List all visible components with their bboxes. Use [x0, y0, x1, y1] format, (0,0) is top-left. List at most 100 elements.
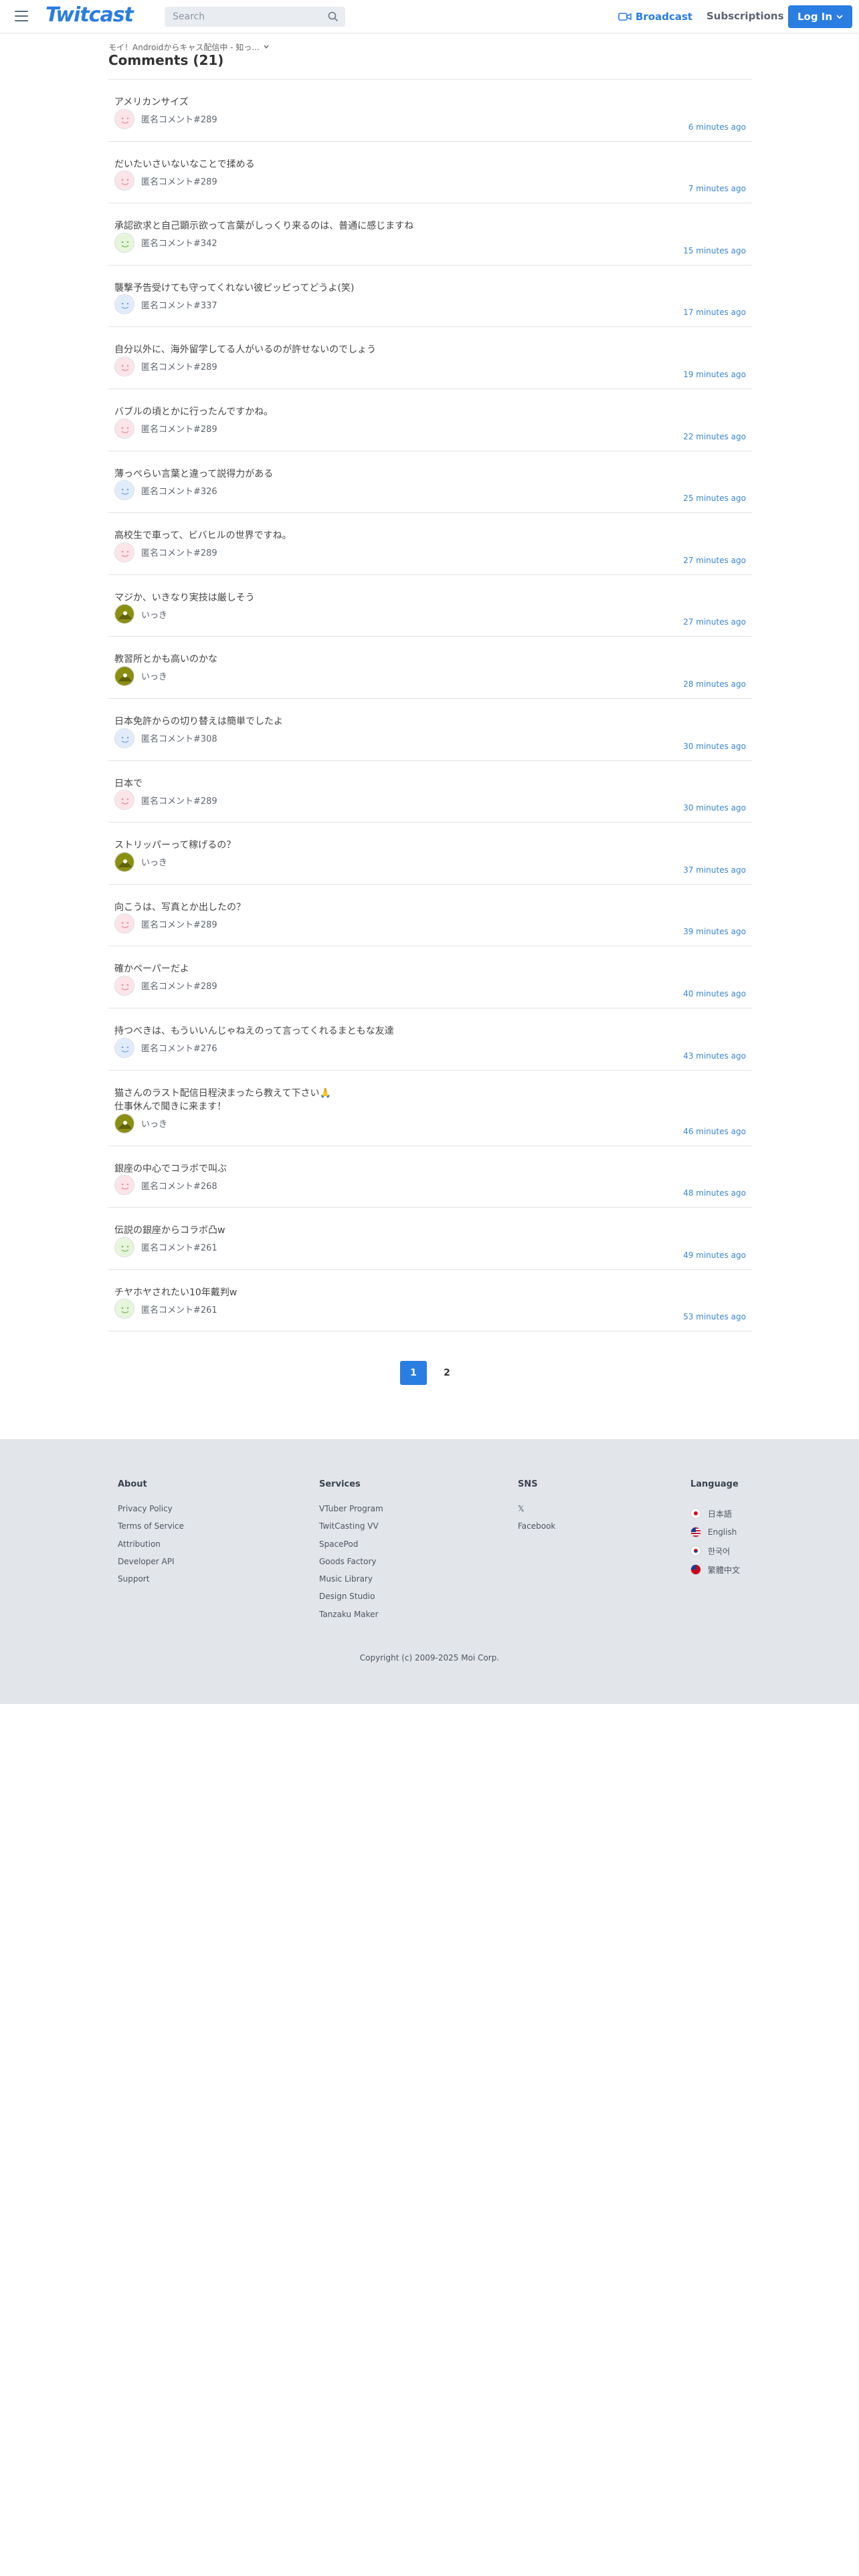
- comment-timestamp[interactable]: 49 minutes ago: [683, 1251, 746, 1260]
- comment-user[interactable]: いっき: [114, 851, 167, 872]
- comment-timestamp[interactable]: 37 minutes ago: [683, 865, 746, 875]
- comment-user[interactable]: いっき: [114, 604, 167, 625]
- comment-timestamp[interactable]: 28 minutes ago: [683, 679, 746, 689]
- avatar[interactable]: [114, 604, 134, 625]
- user-name[interactable]: 匿名コメント#342: [141, 236, 217, 249]
- avatar[interactable]: [114, 1175, 134, 1196]
- user-name[interactable]: 匿名コメント#261: [141, 1241, 217, 1253]
- user-name[interactable]: 匿名コメント#289: [141, 175, 217, 187]
- language-korean[interactable]: 한국어: [690, 1541, 740, 1560]
- user-name[interactable]: 匿名コメント#289: [141, 979, 217, 992]
- avatar[interactable]: [114, 1299, 134, 1319]
- language-english[interactable]: English: [690, 1523, 740, 1541]
- attribution-link[interactable]: Attribution: [118, 1539, 184, 1557]
- user-name[interactable]: いっき: [141, 1117, 167, 1130]
- user-name[interactable]: 匿名コメント#289: [141, 546, 217, 558]
- comment-timestamp[interactable]: 46 minutes ago: [683, 1127, 746, 1136]
- broadcast-button[interactable]: Broadcast: [618, 10, 692, 23]
- avatar[interactable]: [114, 480, 134, 501]
- avatar[interactable]: [114, 1237, 134, 1257]
- comment-timestamp[interactable]: 15 minutes ago: [683, 246, 746, 255]
- user-name[interactable]: 匿名コメント#268: [141, 1179, 217, 1192]
- comment-user[interactable]: 匿名コメント#342: [114, 232, 217, 253]
- comment-user[interactable]: 匿名コメント#289: [114, 171, 217, 191]
- comment-timestamp[interactable]: 30 minutes ago: [683, 803, 746, 813]
- comment-timestamp[interactable]: 30 minutes ago: [683, 742, 746, 751]
- comment-timestamp[interactable]: 7 minutes ago: [688, 184, 746, 193]
- comment-user[interactable]: 匿名コメント#289: [114, 108, 217, 129]
- comment-user[interactable]: 匿名コメント#261: [114, 1237, 217, 1257]
- comment-user[interactable]: 匿名コメント#276: [114, 1037, 217, 1058]
- twitcast-logo[interactable]: Twitcast: [45, 3, 134, 27]
- goods-factory-link[interactable]: Goods Factory: [319, 1557, 383, 1574]
- avatar[interactable]: [114, 914, 134, 934]
- comment-user[interactable]: 匿名コメント#289: [114, 975, 217, 996]
- design-studio-link[interactable]: Design Studio: [319, 1592, 383, 1609]
- page-1-button[interactable]: 1: [400, 1361, 427, 1385]
- comment-user[interactable]: 匿名コメント#289: [114, 418, 217, 439]
- avatar[interactable]: [114, 728, 134, 748]
- comment-user[interactable]: 匿名コメント#268: [114, 1175, 217, 1196]
- comment-user[interactable]: いっき: [114, 1113, 167, 1134]
- user-name[interactable]: 匿名コメント#337: [141, 298, 217, 311]
- user-name[interactable]: 匿名コメント#308: [141, 732, 217, 744]
- vtuber-program-link[interactable]: VTuber Program: [319, 1504, 383, 1521]
- comment-timestamp[interactable]: 40 minutes ago: [683, 989, 746, 998]
- user-name[interactable]: 匿名コメント#289: [141, 918, 217, 930]
- comment-user[interactable]: 匿名コメント#289: [114, 790, 217, 811]
- avatar[interactable]: [114, 851, 134, 872]
- comment-user[interactable]: 匿名コメント#289: [114, 356, 217, 377]
- hamburger-menu-icon[interactable]: [13, 9, 31, 23]
- support-link[interactable]: Support: [118, 1574, 184, 1592]
- facebook-link[interactable]: Facebook: [518, 1521, 555, 1539]
- comment-user[interactable]: 匿名コメント#289: [114, 542, 217, 562]
- user-name[interactable]: いっき: [141, 669, 167, 682]
- avatar[interactable]: [114, 975, 134, 996]
- comment-timestamp[interactable]: 22 minutes ago: [683, 432, 746, 441]
- user-name[interactable]: 匿名コメント#326: [141, 484, 217, 497]
- page-2-button[interactable]: 2: [434, 1361, 460, 1385]
- language-japanese[interactable]: 日本語: [690, 1504, 740, 1523]
- avatar[interactable]: [114, 356, 134, 377]
- comment-timestamp[interactable]: 43 minutes ago: [683, 1051, 746, 1061]
- comment-user[interactable]: いっき: [114, 665, 167, 686]
- user-name[interactable]: 匿名コメント#289: [141, 112, 217, 125]
- comment-timestamp[interactable]: 39 minutes ago: [683, 927, 746, 936]
- user-name[interactable]: 匿名コメント#289: [141, 360, 217, 372]
- avatar[interactable]: [114, 790, 134, 811]
- subscriptions-link[interactable]: Subscriptions: [706, 10, 784, 22]
- search-input[interactable]: [173, 11, 320, 23]
- comment-user[interactable]: 匿名コメント#308: [114, 728, 217, 748]
- music-library-link[interactable]: Music Library: [319, 1574, 383, 1592]
- comment-timestamp[interactable]: 27 minutes ago: [683, 617, 746, 627]
- comment-user[interactable]: 匿名コメント#289: [114, 914, 217, 934]
- avatar[interactable]: [114, 542, 134, 562]
- comment-user[interactable]: 匿名コメント#261: [114, 1299, 217, 1319]
- login-button[interactable]: Log In: [788, 5, 852, 28]
- user-name[interactable]: いっき: [141, 608, 167, 621]
- language-traditional-chinese[interactable]: 繁體中文: [690, 1560, 740, 1579]
- user-name[interactable]: 匿名コメント#289: [141, 794, 217, 807]
- twitcasting-vv-link[interactable]: TwitCasting VV: [319, 1521, 383, 1539]
- user-name[interactable]: 匿名コメント#276: [141, 1041, 217, 1054]
- avatar[interactable]: [114, 418, 134, 439]
- avatar[interactable]: [114, 232, 134, 253]
- avatar[interactable]: [114, 171, 134, 191]
- avatar[interactable]: [114, 294, 134, 315]
- avatar[interactable]: [114, 108, 134, 129]
- comment-user[interactable]: 匿名コメント#326: [114, 480, 217, 501]
- privacy-policy-link[interactable]: Privacy Policy: [118, 1504, 184, 1521]
- user-name[interactable]: 匿名コメント#261: [141, 1303, 217, 1315]
- comment-timestamp[interactable]: 17 minutes ago: [683, 308, 746, 317]
- comment-timestamp[interactable]: 53 minutes ago: [683, 1312, 746, 1321]
- comment-timestamp[interactable]: 19 minutes ago: [683, 370, 746, 379]
- spacepod-link[interactable]: SpacePod: [319, 1539, 383, 1557]
- user-name[interactable]: 匿名コメント#289: [141, 422, 217, 435]
- terms-link[interactable]: Terms of Service: [118, 1521, 184, 1539]
- user-name[interactable]: いっき: [141, 855, 167, 868]
- search-icon[interactable]: [328, 11, 339, 22]
- comment-timestamp[interactable]: 25 minutes ago: [683, 494, 746, 503]
- comment-user[interactable]: 匿名コメント#337: [114, 294, 217, 315]
- comment-timestamp[interactable]: 6 minutes ago: [688, 122, 746, 132]
- tanzaku-maker-link[interactable]: Tanzaku Maker: [319, 1610, 383, 1627]
